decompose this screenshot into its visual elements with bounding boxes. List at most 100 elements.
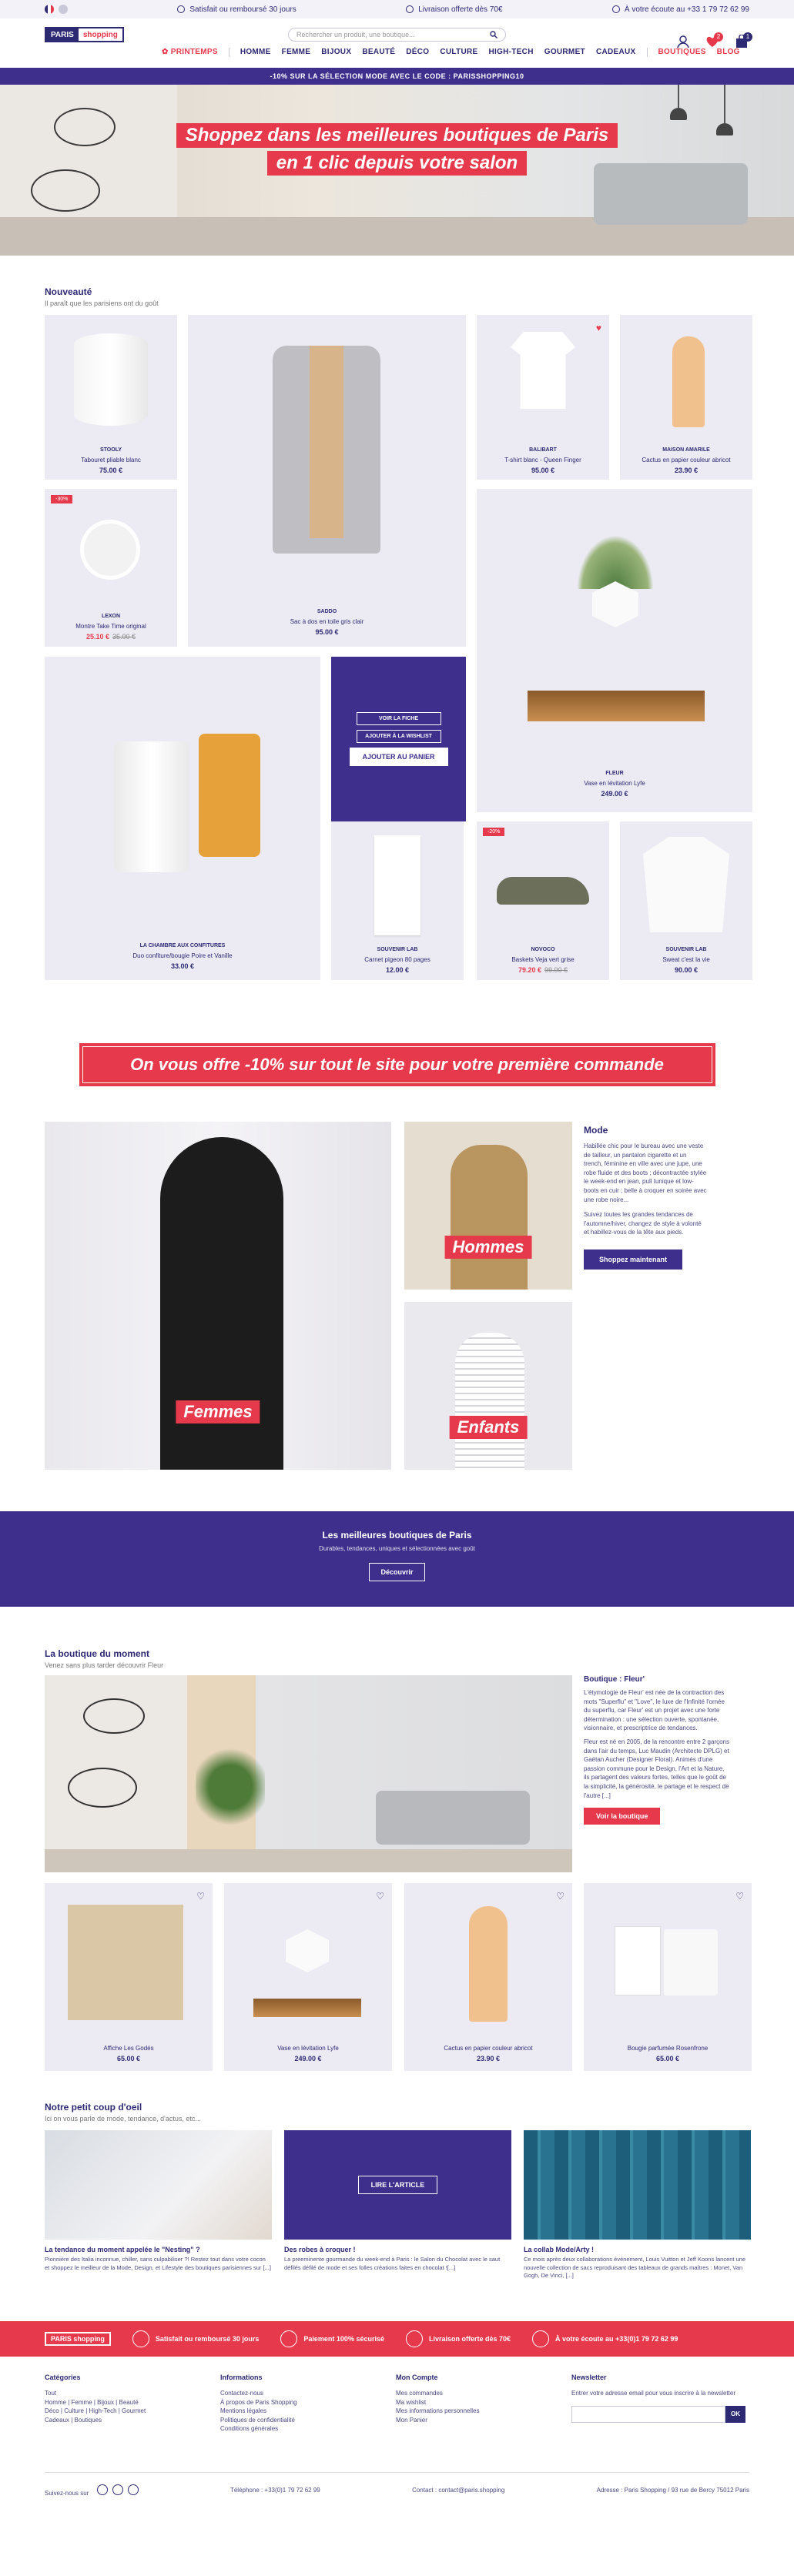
section-title: La boutique du moment (45, 1648, 149, 1659)
nav-gourmet[interactable]: GOURMET (544, 48, 585, 57)
product-card[interactable]: LA CHAMBRE AUX CONFITURES Duo confiture/… (45, 657, 320, 980)
product-card[interactable]: SOUVENIR LAB Carnet pigeon 80 pages 12.0… (331, 821, 464, 980)
section-title: Notre petit coup d'oeil (45, 2102, 142, 2113)
flag-fr-icon[interactable] (45, 5, 54, 14)
cart-count-badge: 1 (743, 32, 752, 42)
account-icon[interactable] (675, 34, 691, 49)
wishlist-icon[interactable]: 2 (705, 32, 723, 49)
product-card[interactable]: MAISON AMARILE Cactus en papier couleur … (620, 315, 752, 480)
wishlist-heart-icon[interactable]: ♡ (196, 1891, 205, 1902)
shop-product-card[interactable]: ♡ Vase en lévitation Lyfe 249.00 € (224, 1883, 392, 2071)
hero-title: Shoppez dans les meilleures boutiques de… (0, 123, 794, 176)
product-card[interactable]: SOUVENIR LAB Sweat c'est la vie 90.00 € (620, 821, 752, 980)
poster-image (68, 1905, 183, 2020)
sneakers-image (497, 877, 589, 905)
shop-cover-image[interactable] (45, 1675, 572, 1872)
footer-link[interactable]: Tout (45, 2389, 220, 2398)
nav-beaute[interactable]: BEAUTÉ (362, 48, 395, 57)
footer-link[interactable]: Politiques de confidentialité (220, 2416, 396, 2425)
footer-informations: Informations Contactez-nous À propos de … (220, 2374, 396, 2472)
product-card[interactable]: -20% NOVOCO Baskets Veja vert grise 79.2… (477, 821, 609, 980)
eye-mirror-decor (31, 169, 100, 212)
nav-homme[interactable]: HOMME (240, 48, 271, 57)
tshirt-image (511, 332, 575, 409)
product-card[interactable]: STOOLY Tabouret pliable blanc 75.00 € (45, 315, 177, 480)
nav-femme[interactable]: FEMME (282, 48, 311, 57)
wishlist-heart-icon[interactable]: ♡ (376, 1891, 384, 1902)
hero-banner[interactable]: Shoppez dans les meilleures boutiques de… (0, 85, 794, 256)
product-card[interactable]: -30% LEXON Montre Take Time original 25.… (45, 489, 177, 647)
footer-newsletter: Newsletter Entrer votre adresse email po… (571, 2374, 749, 2472)
footer-link[interactable]: Déco | Culture | High-Tech | Gourmet (45, 2407, 220, 2416)
product-card[interactable]: FLEUR Vase en lévitation Lyfe 249.00 € (477, 489, 752, 812)
language-switch[interactable] (45, 5, 68, 14)
footer-link[interactable]: Homme | Femme | Bijoux | Beauté (45, 2398, 220, 2407)
wishlist-heart-icon[interactable]: ♡ (556, 1891, 565, 1902)
newsletter-submit-button[interactable]: OK (725, 2405, 745, 2423)
women-category-tile[interactable]: Femmes (45, 1122, 391, 1470)
add-to-wishlist-button[interactable]: AJOUTER À LA WISHLIST (356, 730, 441, 743)
footer-link[interactable]: Mes informations personnelles (396, 2407, 571, 2416)
shop-text: Fleur est né en 2005, de la rencontre en… (584, 1738, 730, 1799)
blog-post-excerpt: Pionnière des Italia inconnue, chiller, … (45, 2256, 271, 2271)
nav-culture[interactable]: CULTURE (440, 48, 477, 57)
footer-address: Adresse : Paris Shopping / 93 rue de Ber… (596, 2487, 749, 2494)
footer-logo[interactable]: PARIS shopping (45, 2332, 111, 2346)
footer-link[interactable]: Ma wishlist (396, 2398, 571, 2407)
facebook-icon[interactable] (96, 2484, 108, 2495)
nav-high-tech[interactable]: HIGH-TECH (488, 48, 533, 57)
instagram-icon[interactable] (112, 2484, 123, 2495)
blog-post[interactable]: La tendance du moment appelée le "Nestin… (45, 2130, 272, 2272)
fashion-text: Suivez toutes les grandes tendances de l… (584, 1211, 702, 1236)
pendant-lamp-decor (678, 85, 679, 108)
shop-product-card[interactable]: ♡ Affiche Les Godés 65.00 € (45, 1883, 213, 2071)
product-card[interactable]: ♥ BALIBART T-shirt blanc - Queen Finger … (477, 315, 609, 480)
wishlist-heart-icon[interactable]: ♡ (735, 1891, 744, 1902)
add-to-cart-button[interactable]: AJOUTER AU PANIER (349, 748, 448, 766)
footer-link[interactable]: Mentions légales (220, 2407, 396, 2416)
footer-link[interactable]: À propos de Paris Shopping (220, 2398, 396, 2407)
top-bar: Satisfait ou remboursé 30 jours Livraiso… (0, 0, 794, 18)
view-product-button[interactable]: VOIR LA FICHE (356, 712, 441, 725)
footer-link[interactable]: Contactez-nous (220, 2389, 396, 2398)
blog-post-image: LIRE L'ARTICLE (284, 2130, 511, 2240)
product-card[interactable]: SADDO Sac à dos en toile gris clair 95.0… (188, 315, 466, 647)
wishlist-count-badge: 2 (714, 32, 723, 42)
pinterest-icon[interactable] (127, 2484, 139, 2495)
read-article-button[interactable]: LIRE L'ARTICLE (357, 2176, 438, 2194)
cart-icon[interactable]: 1 (734, 32, 752, 49)
shop-now-button[interactable]: Shoppez maintenant (584, 1249, 683, 1270)
vase-image (286, 1929, 329, 1972)
blog-post[interactable]: La collab Mode/Arty ! Ce mois après deux… (524, 2130, 751, 2280)
blog-post[interactable]: LIRE L'ARTICLE Des robes à croquer ! La … (284, 2130, 511, 2272)
fashion-grid: Femmes Hommes Enfants Mode Habillée chic… (45, 1122, 749, 1470)
nav-bijoux[interactable]: BIJOUX (321, 48, 351, 57)
footer-link[interactable]: Conditions générales (220, 2424, 396, 2434)
kids-category-tile[interactable]: Enfants (404, 1302, 572, 1470)
nav-printemps[interactable]: ✿ PRINTEMPS (162, 48, 218, 57)
shop-product-card[interactable]: ♡ Cactus en papier couleur abricot 23.90… (404, 1883, 572, 2071)
footer-link[interactable]: Cadeaux | Boutiques (45, 2416, 220, 2425)
discover-button[interactable]: Découvrir (369, 1563, 425, 1581)
reassurance-phone: À votre écoute au +33(0)1 79 72 62 99 (532, 2330, 678, 2347)
men-category-tile[interactable]: Hommes (404, 1122, 572, 1290)
footer-link[interactable]: Mes commandes (396, 2389, 571, 2398)
site-logo[interactable]: PARIS shopping (45, 27, 124, 42)
first-order-offer-banner[interactable]: On vous offre -10% sur tout le site pour… (79, 1043, 715, 1086)
flag-uk-icon[interactable] (59, 5, 68, 14)
footer-link[interactable]: Mon Panier (396, 2416, 571, 2425)
footer-categories: Catégories Tout Homme | Femme | Bijoux |… (45, 2374, 220, 2472)
search-icon[interactable] (490, 31, 498, 38)
newsletter-email-input[interactable] (571, 2405, 725, 2423)
topbar-satisfaction: Satisfait ou remboursé 30 jours (177, 5, 296, 14)
promo-bar[interactable]: -10% SUR LA SÉLECTION MODE AVEC LE CODE … (0, 68, 794, 85)
lamp-shade-decor (670, 108, 687, 120)
wishlist-heart-icon[interactable]: ♥ (596, 323, 601, 333)
wooden-base (528, 691, 705, 721)
fashion-text: Habillée chic pour le bureau avec une ve… (584, 1142, 707, 1203)
search-input[interactable]: Rechercher un produit, une boutique... (288, 28, 506, 42)
nav-cadeaux[interactable]: CADEAUX (596, 48, 636, 57)
view-shop-button[interactable]: Voir la boutique (584, 1808, 661, 1825)
nav-deco[interactable]: DÉCO (406, 48, 429, 57)
shop-product-card[interactable]: ♡ Bougie parfumée Rosenfrone 65.00 € (584, 1883, 752, 2071)
